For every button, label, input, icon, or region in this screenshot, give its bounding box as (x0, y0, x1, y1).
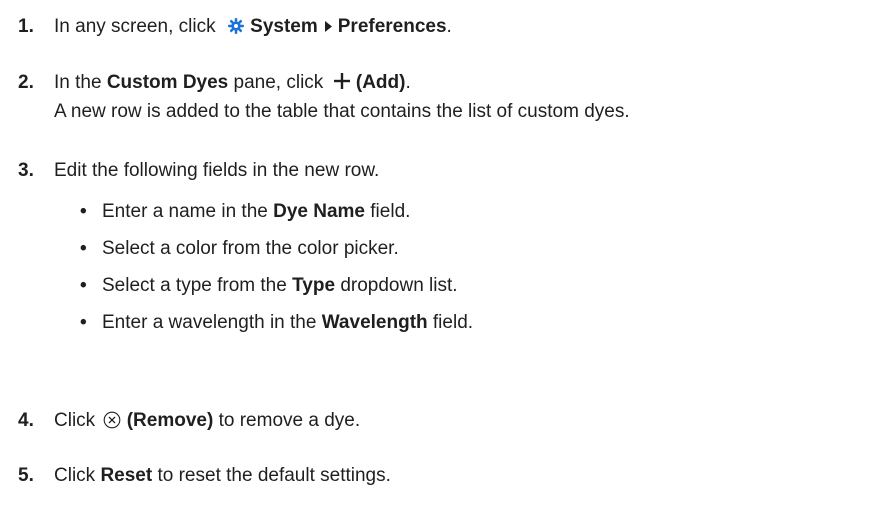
bullet-text-end: dropdown list. (340, 275, 458, 296)
list-item: • Select a color from the color picker. (80, 238, 399, 260)
field-type: Type (292, 275, 336, 296)
step-1-intro: In any screen, click (54, 16, 216, 37)
step-number: 3. (18, 160, 34, 181)
bullet-text: Enter a name in the (102, 201, 268, 222)
step-3-text: Edit the following fields in the new row… (54, 160, 380, 181)
remove-label: (Remove) (126, 410, 214, 431)
step-1-text: In any screen, click System Preferences. (54, 16, 452, 41)
step-1-period: . (446, 16, 452, 37)
bullet-icon: • (80, 312, 87, 333)
step-number: 4. (18, 410, 34, 431)
reset-label: Reset (100, 465, 153, 486)
step-4-text: Click (Remove) to remove a dye. (54, 410, 360, 435)
step-4-click: Click (54, 410, 96, 431)
step-2-intro: In the (54, 72, 102, 93)
menu-system: System (250, 16, 318, 37)
bullet-text: Select a type from the (102, 275, 287, 296)
step-2-result: A new row is added to the table that con… (54, 101, 630, 122)
pane-custom-dyes: Custom Dyes (106, 72, 229, 93)
step-number: 2. (18, 72, 34, 93)
step-number: 1. (18, 16, 34, 37)
field-dye-name: Dye Name (273, 201, 365, 222)
gear-icon (227, 17, 245, 41)
bullet-text-end: field. (432, 312, 474, 333)
bullet-text-end: field. (370, 201, 411, 222)
bullet-text: Select a color from the color picker. (102, 238, 399, 259)
step-2-click: pane, click (233, 72, 324, 93)
field-wavelength: Wavelength (321, 312, 428, 333)
plus-icon (333, 72, 351, 96)
step-5-click: Click (54, 465, 96, 486)
menu-preferences: Preferences (337, 16, 447, 37)
add-label: (Add) (355, 72, 406, 93)
list-item: • Select a type from the Type dropdown l… (80, 275, 458, 297)
bullet-text: Enter a wavelength in the (102, 312, 317, 333)
caret-right-icon (324, 16, 332, 38)
bullet-icon: • (80, 238, 87, 259)
list-item: • Enter a wavelength in the Wavelength f… (80, 312, 474, 334)
step-2-period: . (405, 72, 411, 93)
bullet-icon: • (80, 201, 87, 222)
list-item: • Enter a name in the Dye Name field. (80, 201, 411, 223)
step-2-text: In the Custom Dyes pane, click (Add). (54, 72, 411, 96)
step-5-text: Click Reset to reset the default setting… (54, 465, 391, 487)
step-4-end: to remove a dye. (218, 410, 361, 431)
remove-circle-x-icon (103, 411, 121, 435)
step-number: 5. (18, 465, 34, 486)
step-5-end: to reset the default settings. (157, 465, 391, 486)
bullet-icon: • (80, 275, 87, 296)
